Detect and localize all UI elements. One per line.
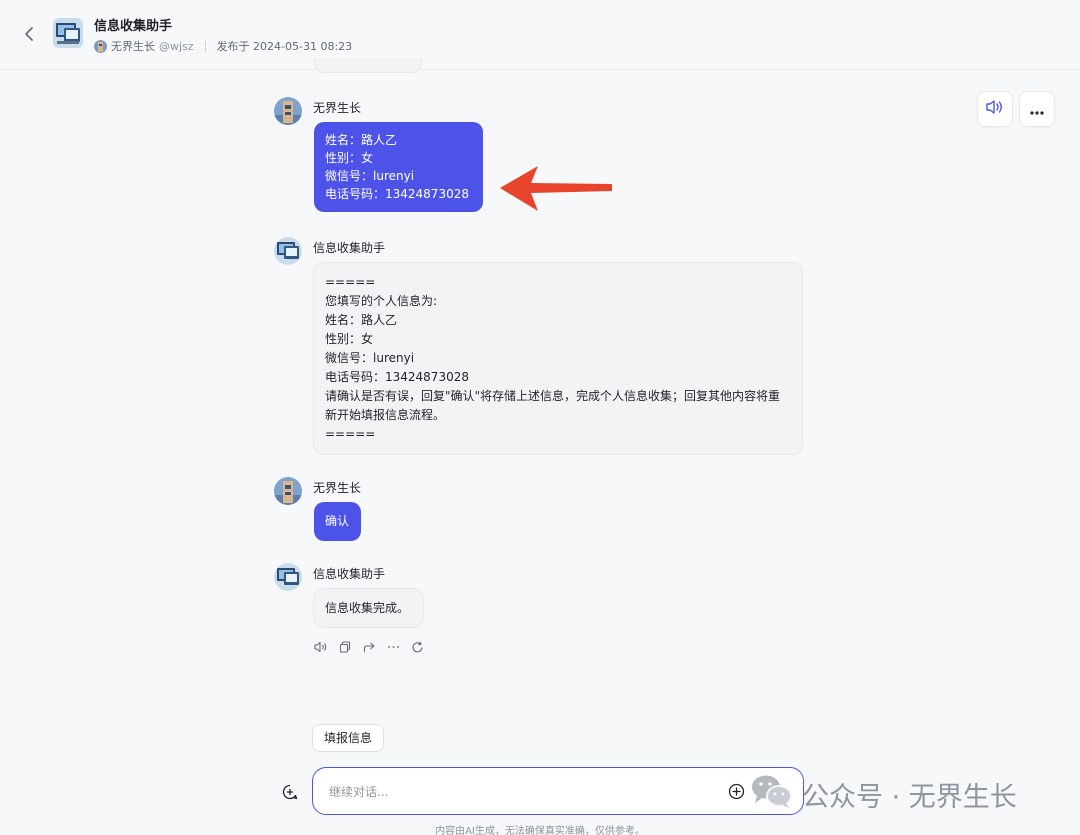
user-avatar: [274, 477, 302, 505]
chat-input-box: [312, 767, 804, 815]
speaker-button[interactable]: [977, 91, 1013, 127]
meta-divider: [204, 40, 206, 52]
more-button[interactable]: [1019, 91, 1055, 127]
message-line: 性别：女: [325, 151, 374, 165]
message-line: 微信号：lurenyi: [325, 351, 415, 365]
user-avatar: [274, 97, 302, 125]
author-avatar: [94, 39, 107, 53]
annotation-arrow: [498, 162, 616, 218]
author-name[interactable]: 无界生长: [111, 38, 155, 54]
plus-circle-icon[interactable]: [728, 783, 745, 800]
new-chat-icon[interactable]: [281, 783, 299, 801]
message-actions: [314, 640, 424, 654]
chat-input[interactable]: [329, 782, 709, 802]
share-icon[interactable]: [362, 640, 376, 654]
message-line: 性别：女: [325, 332, 374, 346]
previous-message-bubble: [314, 58, 422, 73]
regenerate-icon[interactable]: [410, 640, 424, 654]
ai-disclaimer: 内容由AI生成，无法确保真实准确，仅供参考。: [435, 826, 645, 835]
back-chevron-icon[interactable]: [18, 22, 42, 46]
suggestion-chip[interactable]: 填报信息: [312, 724, 385, 752]
message-line: 微信号：lurenyi: [325, 169, 415, 183]
publish-time: 发布于 2024-05-31 08:23: [216, 40, 353, 53]
bot-avatar: [274, 237, 302, 265]
speaker-icon: [986, 99, 1004, 119]
message-line: 电话号码：13424873028: [325, 187, 469, 201]
conversation-header: 信息收集助手 无界生长 @wjsz 发布于 2024-05-31 08:23: [0, 0, 1080, 70]
message-sender-name: 信息收集助手: [313, 567, 386, 581]
bot-avatar: [53, 18, 83, 48]
message-line: 确认: [325, 514, 350, 528]
user-message-bubble: 确认: [314, 502, 361, 541]
message-line: 姓名：路人乙: [325, 133, 398, 147]
author-handle: @wjsz: [159, 39, 194, 53]
copy-icon[interactable]: [338, 640, 352, 654]
watermark: 公众号 · 无界生长: [750, 772, 1017, 817]
watermark-text: 公众号 · 无界生长: [802, 782, 1017, 813]
message-line: =====: [325, 427, 376, 441]
message-sender-name: 信息收集助手: [313, 241, 386, 255]
user-message-bubble: 姓名：路人乙 性别：女 微信号：lurenyi 电话号码：13424873028: [314, 122, 483, 212]
bot-message-bubble: ===== 您填写的个人信息为: 姓名：路人乙 性别：女 微信号：lurenyi…: [313, 262, 803, 455]
bot-avatar: [274, 563, 302, 591]
more-icon: [1030, 100, 1044, 119]
header-meta: 无界生长 @wjsz 发布于 2024-05-31 08:23: [94, 38, 352, 54]
message-sender-name: 无界生长: [313, 101, 362, 115]
message-line: 电话号码：13424873028: [325, 370, 469, 384]
message-line: 请确认是否有误，回复"确认"将存储上述信息，完成个人信息收集；回复其他内容将重新…: [325, 389, 781, 422]
speaker-icon[interactable]: [314, 640, 328, 654]
bot-message-bubble: 信息收集完成。: [313, 588, 424, 628]
message-line: =====: [325, 275, 376, 289]
more-icon[interactable]: [386, 640, 400, 654]
message-sender-name: 无界生长: [313, 481, 362, 495]
wechat-icon: [750, 772, 794, 817]
message-line: 姓名：路人乙: [325, 313, 398, 327]
page-title: 信息收集助手: [94, 19, 173, 34]
message-line: 您填写的个人信息为:: [325, 294, 438, 308]
message-line: 信息收集完成。: [325, 601, 410, 615]
